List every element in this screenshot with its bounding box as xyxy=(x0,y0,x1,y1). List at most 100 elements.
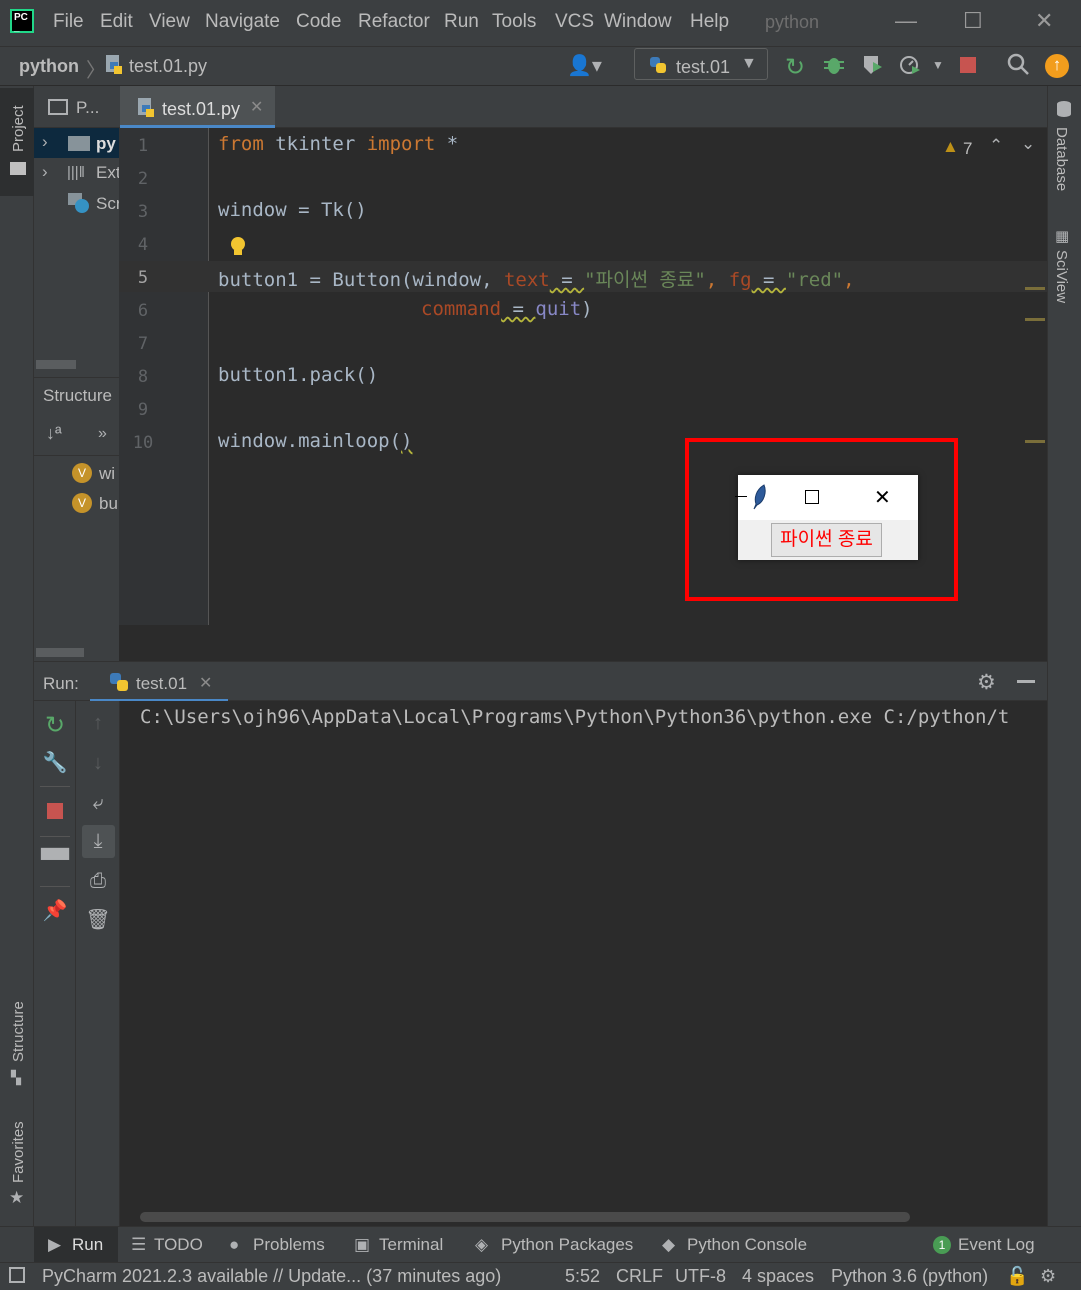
file-encoding[interactable]: UTF-8 xyxy=(675,1266,726,1287)
print-icon[interactable]: ⎙ xyxy=(77,870,119,893)
update-icon[interactable]: ↑ xyxy=(1045,54,1069,78)
close-icon[interactable]: ✕ xyxy=(874,485,891,510)
structure-scrollbar[interactable] xyxy=(36,648,84,657)
menu-help[interactable]: Help xyxy=(690,11,729,33)
close-icon[interactable]: ✕ xyxy=(1035,8,1053,34)
python-interpreter[interactable]: Python 3.6 (python) xyxy=(831,1266,988,1287)
wrench-icon[interactable]: 🔧 xyxy=(34,750,76,775)
problems-tool-tab[interactable]: Problems xyxy=(253,1235,325,1255)
next-highlight-icon[interactable]: ⌄ xyxy=(1021,134,1035,154)
run-tool-tab[interactable]: Run xyxy=(72,1235,103,1255)
keyword-import: import xyxy=(366,133,436,155)
more-icon[interactable]: » xyxy=(98,425,107,443)
minimize-icon[interactable]: — xyxy=(895,8,917,34)
project-view-selector[interactable]: P... xyxy=(76,98,99,118)
star-icon: ★ xyxy=(9,1188,25,1207)
line-number: 4 xyxy=(137,235,149,255)
menu-view[interactable]: View xyxy=(149,11,190,33)
scroll-to-end-icon: ⤓ xyxy=(93,830,103,852)
quit-python-button[interactable]: 파이썬 종료 xyxy=(771,523,882,557)
structure-item-window[interactable]: wi xyxy=(99,464,115,484)
tk-window[interactable]: ✕ 파이썬 종료 xyxy=(735,475,918,560)
close-tab-icon[interactable]: ✕ xyxy=(250,97,263,117)
tree-item-external-libraries[interactable]: Ext xyxy=(96,163,121,183)
project-tool-label: Project xyxy=(10,105,27,152)
python-packages-tool-tab[interactable]: Python Packages xyxy=(501,1235,633,1255)
menu-vcs[interactable]: VCS xyxy=(555,11,594,33)
breadcrumb-file[interactable]: test.01.py xyxy=(129,56,207,77)
profile-icon[interactable] xyxy=(898,53,922,82)
param-command: command xyxy=(421,298,502,320)
warning-marker[interactable] xyxy=(1025,440,1045,443)
python-file-icon xyxy=(136,97,156,124)
menu-edit[interactable]: Edit xyxy=(100,11,133,33)
inspector-icon[interactable]: ⚙ xyxy=(1040,1266,1056,1287)
console-horizontal-scrollbar[interactable] xyxy=(140,1212,910,1222)
menu-run[interactable]: Run xyxy=(444,11,479,33)
breadcrumb-project[interactable]: python xyxy=(19,56,79,77)
warning-marker[interactable] xyxy=(1025,287,1045,290)
warning-count[interactable]: 7 xyxy=(963,139,972,159)
layout-icon[interactable]: ▀▀ xyxy=(34,849,76,872)
lock-icon[interactable]: 🔓 xyxy=(1006,1266,1028,1287)
menu-tools[interactable]: Tools xyxy=(492,11,536,33)
menu-navigate[interactable]: Navigate xyxy=(205,11,280,33)
database-tool-label[interactable]: Database xyxy=(1053,127,1070,191)
debug-icon[interactable] xyxy=(822,53,846,82)
console-output[interactable] xyxy=(120,701,1047,1226)
toggle-tool-windows-icon[interactable] xyxy=(9,1267,25,1283)
hide-panel-icon[interactable] xyxy=(1017,680,1035,683)
line-separator[interactable]: CRLF xyxy=(616,1266,663,1287)
keyword-from: from xyxy=(218,133,264,155)
scroll-down-icon[interactable]: ↓ xyxy=(77,752,119,775)
run-tab-label[interactable]: test.01 xyxy=(136,674,187,694)
close-tab-icon[interactable]: ✕ xyxy=(199,673,212,693)
divider xyxy=(34,455,119,456)
sort-alpha-icon[interactable]: ↓ª xyxy=(46,423,62,444)
python-console-tool-tab[interactable]: Python Console xyxy=(687,1235,807,1255)
rerun-icon[interactable]: ↻ xyxy=(34,711,76,740)
trash-icon[interactable]: 🗑 xyxy=(77,907,119,932)
structure-title: Structure xyxy=(43,386,112,405)
menu-code[interactable]: Code xyxy=(296,11,341,33)
structure-icon: ▚ xyxy=(11,1070,21,1085)
warning-marker[interactable] xyxy=(1025,318,1045,321)
variable-badge-icon: V xyxy=(72,493,92,513)
maximize-icon[interactable]: ☐ xyxy=(963,8,983,34)
rerun-icon[interactable]: ↻ xyxy=(785,53,805,82)
status-message[interactable]: PyCharm 2021.2.3 available // Update... … xyxy=(42,1266,501,1287)
todo-tool-tab[interactable]: TODO xyxy=(154,1235,203,1255)
soft-wrap-icon[interactable]: ⤶ xyxy=(77,792,119,815)
tree-item-scratches[interactable]: Scr xyxy=(96,194,122,214)
expand-arrow-icon[interactable]: › xyxy=(42,132,48,152)
sciview-tool-label[interactable]: SciView xyxy=(1053,250,1070,303)
scroll-up-icon[interactable]: ↑ xyxy=(77,712,119,735)
stop-icon[interactable] xyxy=(47,803,63,819)
caret-position[interactable]: 5:52 xyxy=(565,1266,600,1287)
stop-icon[interactable] xyxy=(960,57,976,73)
terminal-tool-tab[interactable]: Terminal xyxy=(379,1235,443,1255)
profile-dropdown-icon[interactable]: ▼ xyxy=(932,58,944,72)
code-line-5: button1 = Button(window, text = "파이썬 종료"… xyxy=(218,265,855,292)
coverage-icon[interactable] xyxy=(860,53,884,82)
menu-file[interactable]: File xyxy=(53,11,84,33)
indent-setting[interactable]: 4 spaces xyxy=(742,1266,814,1287)
structure-tool-label[interactable]: Structure xyxy=(10,1001,27,1062)
intention-bulb-icon[interactable] xyxy=(228,235,248,264)
favorites-tool-label[interactable]: Favorites xyxy=(10,1121,27,1183)
project-scrollbar[interactable] xyxy=(36,360,76,369)
menu-window[interactable]: Window xyxy=(604,11,672,33)
pin-icon[interactable]: 📌 xyxy=(34,898,76,923)
tree-item-py[interactable]: py xyxy=(96,134,116,154)
previous-highlight-icon[interactable]: ⌃ xyxy=(989,136,1003,156)
gear-icon[interactable]: ⚙ xyxy=(977,670,996,695)
expand-arrow-icon[interactable]: › xyxy=(42,162,48,182)
warning-icon[interactable]: ▲ xyxy=(942,137,959,157)
search-icon[interactable] xyxy=(1006,52,1030,82)
event-log-tool-tab[interactable]: Event Log xyxy=(958,1235,1035,1255)
minimize-icon[interactable] xyxy=(735,496,747,497)
menu-refactor[interactable]: Refactor xyxy=(358,11,430,33)
user-icon[interactable]: 👤▾ xyxy=(567,53,602,78)
maximize-icon[interactable] xyxy=(805,490,819,504)
structure-item-button1[interactable]: bu xyxy=(99,494,118,514)
